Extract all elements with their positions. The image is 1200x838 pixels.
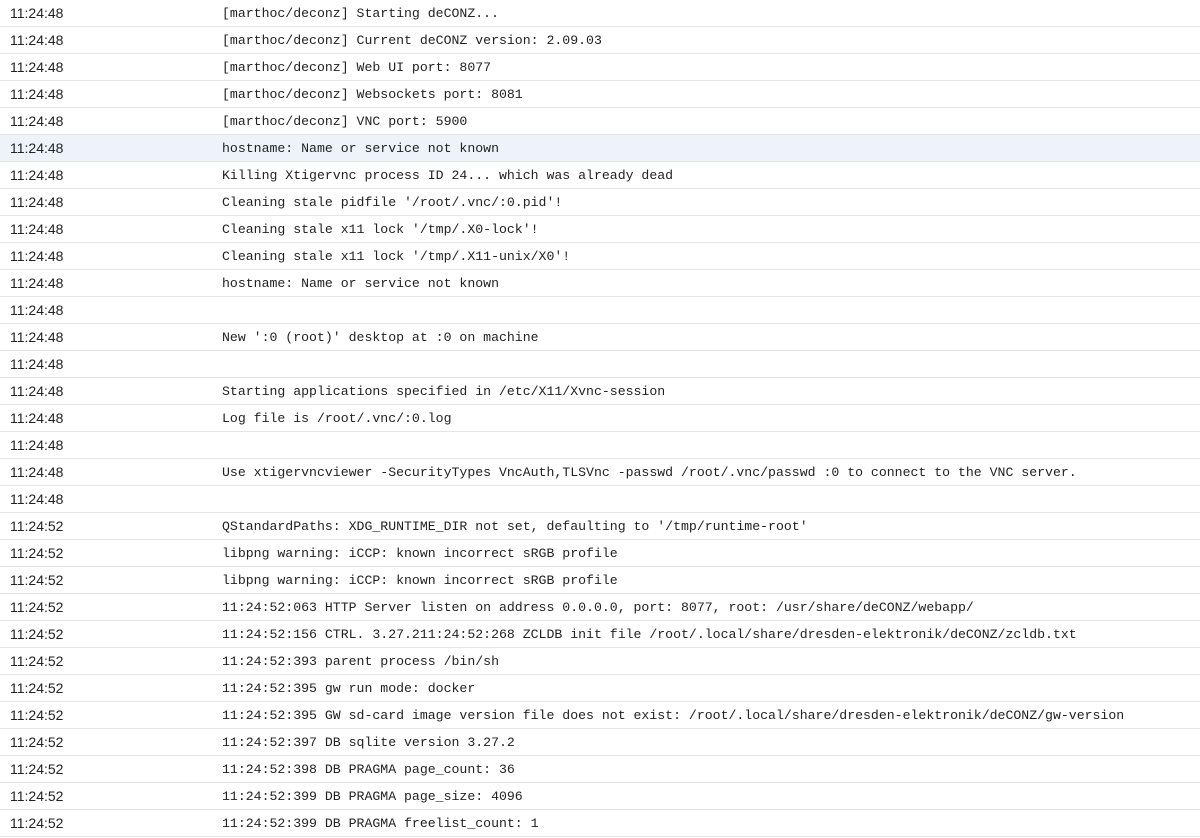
- log-message: 11:24:52:399 DB PRAGMA freelist_count: 1: [222, 815, 539, 831]
- log-timestamp: 11:24:52: [10, 545, 64, 561]
- log-message: 11:24:52:395 gw run mode: docker: [222, 680, 476, 696]
- log-timestamp: 11:24:48: [10, 86, 64, 102]
- log-row[interactable]: 11:24:48 Log file is /root/.vnc/:0.log: [0, 405, 1200, 432]
- log-row[interactable]: 11:24:48 Starting applications specified …: [0, 378, 1200, 405]
- log-message: Killing Xtigervnc process ID 24... which…: [222, 167, 674, 183]
- log-row[interactable]: 11:24:52 11:24:52:398 DB PRAGMA page_coun…: [0, 756, 1200, 783]
- log-message: [marthoc/deconz] VNC port: 5900: [222, 113, 468, 129]
- log-message: hostname: Name or service not known: [222, 140, 499, 156]
- log-row[interactable]: 11:24:52 11:24:52:395 GW sd-card image ve…: [0, 702, 1200, 729]
- log-row[interactable]: 11:24:52 11:24:52:063 HTTP Server listen …: [0, 594, 1200, 621]
- log-message: QStandardPaths: XDG_RUNTIME_DIR not set,…: [222, 518, 808, 534]
- log-timestamp: 11:24:52: [10, 761, 64, 777]
- log-row[interactable]: 11:24:52 QStandardPaths: XDG_RUNTIME_DIR …: [0, 513, 1200, 540]
- log-row[interactable]: 11:24:48 Use xtigervncviewer -SecurityTyp…: [0, 459, 1200, 486]
- log-row[interactable]: 11:24:48 Killing Xtigervnc process ID 24.…: [0, 162, 1200, 189]
- log-timestamp: 11:24:48: [10, 221, 64, 237]
- log-message: Use xtigervncviewer -SecurityTypes VncAu…: [222, 464, 1077, 480]
- log-row[interactable]: 11:24:52 libpng warning: iCCP: known inco…: [0, 540, 1200, 567]
- log-row[interactable]: 11:24:48: [0, 432, 1200, 459]
- log-timestamp: 11:24:48: [10, 59, 64, 75]
- log-timestamp: 11:24:52: [10, 626, 64, 642]
- log-timestamp: 11:24:52: [10, 653, 64, 669]
- log-timestamp: 11:24:52: [10, 788, 64, 804]
- log-timestamp: 11:24:52: [10, 518, 64, 534]
- log-message: Cleaning stale x11 lock '/tmp/.X11-unix/…: [222, 248, 571, 264]
- log-message: libpng warning: iCCP: known incorrect sR…: [222, 572, 618, 588]
- log-row[interactable]: 11:24:52 11:24:52:399 DB PRAGMA freelist_…: [0, 810, 1200, 837]
- log-timestamp: 11:24:48: [10, 410, 64, 426]
- log-row[interactable]: 11:24:48: [0, 486, 1200, 513]
- log-row[interactable]: 11:24:48: [0, 297, 1200, 324]
- log-message: [marthoc/deconz] Websockets port: 8081: [222, 86, 523, 102]
- log-row[interactable]: 11:24:52 11:24:52:399 DB PRAGMA page_size…: [0, 783, 1200, 810]
- log-row[interactable]: 11:24:48 hostname: Name or service not kn…: [0, 135, 1200, 162]
- log-row[interactable]: 11:24:48 [marthoc/deconz] Starting deCONZ…: [0, 0, 1200, 27]
- log-message: Cleaning stale pidfile '/root/.vnc/:0.pi…: [222, 194, 563, 210]
- log-timestamp: 11:24:48: [10, 275, 64, 291]
- log-table: 11:24:48 [marthoc/deconz] Starting deCONZ…: [0, 0, 1200, 837]
- log-timestamp: 11:24:48: [10, 464, 64, 480]
- log-message: 11:24:52:397 DB sqlite version 3.27.2: [222, 734, 515, 750]
- log-message: Starting applications specified in /etc/…: [222, 383, 666, 399]
- log-timestamp: 11:24:52: [10, 815, 64, 831]
- log-timestamp: 11:24:48: [10, 32, 64, 48]
- log-message: 11:24:52:395 GW sd-card image version fi…: [222, 707, 1125, 723]
- log-timestamp: 11:24:48: [10, 194, 64, 210]
- log-row[interactable]: 11:24:52 11:24:52:156 CTRL. 3.27.211:24:5…: [0, 621, 1200, 648]
- log-message: [marthoc/deconz] Starting deCONZ...: [222, 5, 499, 21]
- log-message: [marthoc/deconz] Current deCONZ version:…: [222, 32, 602, 48]
- log-timestamp: 11:24:48: [10, 329, 64, 345]
- log-timestamp: 11:24:52: [10, 572, 64, 588]
- log-message: [marthoc/deconz] Web UI port: 8077: [222, 59, 492, 75]
- log-timestamp: 11:24:48: [10, 437, 64, 453]
- log-timestamp: 11:24:52: [10, 734, 64, 750]
- log-row[interactable]: 11:24:48 Cleaning stale x11 lock '/tmp/.X…: [0, 216, 1200, 243]
- log-row[interactable]: 11:24:48 Cleaning stale pidfile '/root/.v…: [0, 189, 1200, 216]
- log-row[interactable]: 11:24:52 11:24:52:395 gw run mode: docker: [0, 675, 1200, 702]
- log-message: New ':0 (root)' desktop at :0 on machine: [222, 329, 539, 345]
- log-row[interactable]: 11:24:48 New ':0 (root)' desktop at :0 on…: [0, 324, 1200, 351]
- log-row[interactable]: 11:24:48 [marthoc/deconz] Web UI port: 80…: [0, 54, 1200, 81]
- log-message: hostname: Name or service not known: [222, 275, 499, 291]
- log-row[interactable]: 11:24:48 [marthoc/deconz] Current deCONZ …: [0, 27, 1200, 54]
- log-row[interactable]: 11:24:48 [marthoc/deconz] Websockets port…: [0, 81, 1200, 108]
- log-row[interactable]: 11:24:52 11:24:52:393 parent process /bin…: [0, 648, 1200, 675]
- log-message: 11:24:52:063 HTTP Server listen on addre…: [222, 599, 974, 615]
- log-timestamp: 11:24:48: [10, 491, 64, 507]
- log-timestamp: 11:24:48: [10, 140, 64, 156]
- log-timestamp: 11:24:48: [10, 167, 64, 183]
- log-timestamp: 11:24:48: [10, 5, 64, 21]
- log-timestamp: 11:24:48: [10, 302, 64, 318]
- log-message: 11:24:52:398 DB PRAGMA page_count: 36: [222, 761, 515, 777]
- log-timestamp: 11:24:52: [10, 680, 64, 696]
- log-message: 11:24:52:399 DB PRAGMA page_size: 4096: [222, 788, 523, 804]
- log-row[interactable]: 11:24:48: [0, 351, 1200, 378]
- log-timestamp: 11:24:48: [10, 356, 64, 372]
- log-timestamp: 11:24:52: [10, 707, 64, 723]
- log-timestamp: 11:24:48: [10, 248, 64, 264]
- log-timestamp: 11:24:48: [10, 113, 64, 129]
- log-row[interactable]: 11:24:52 11:24:52:397 DB sqlite version 3…: [0, 729, 1200, 756]
- log-timestamp: 11:24:48: [10, 383, 64, 399]
- log-row[interactable]: 11:24:48 hostname: Name or service not kn…: [0, 270, 1200, 297]
- log-message: 11:24:52:156 CTRL. 3.27.211:24:52:268 ZC…: [222, 626, 1077, 642]
- log-row[interactable]: 11:24:52 libpng warning: iCCP: known inco…: [0, 567, 1200, 594]
- log-message: libpng warning: iCCP: known incorrect sR…: [222, 545, 618, 561]
- log-message: Cleaning stale x11 lock '/tmp/.X0-lock'!: [222, 221, 539, 237]
- log-message: Log file is /root/.vnc/:0.log: [222, 410, 452, 426]
- log-row[interactable]: 11:24:48 Cleaning stale x11 lock '/tmp/.X…: [0, 243, 1200, 270]
- log-timestamp: 11:24:52: [10, 599, 64, 615]
- log-row[interactable]: 11:24:48 [marthoc/deconz] VNC port: 5900: [0, 108, 1200, 135]
- log-message: 11:24:52:393 parent process /bin/sh: [222, 653, 499, 669]
